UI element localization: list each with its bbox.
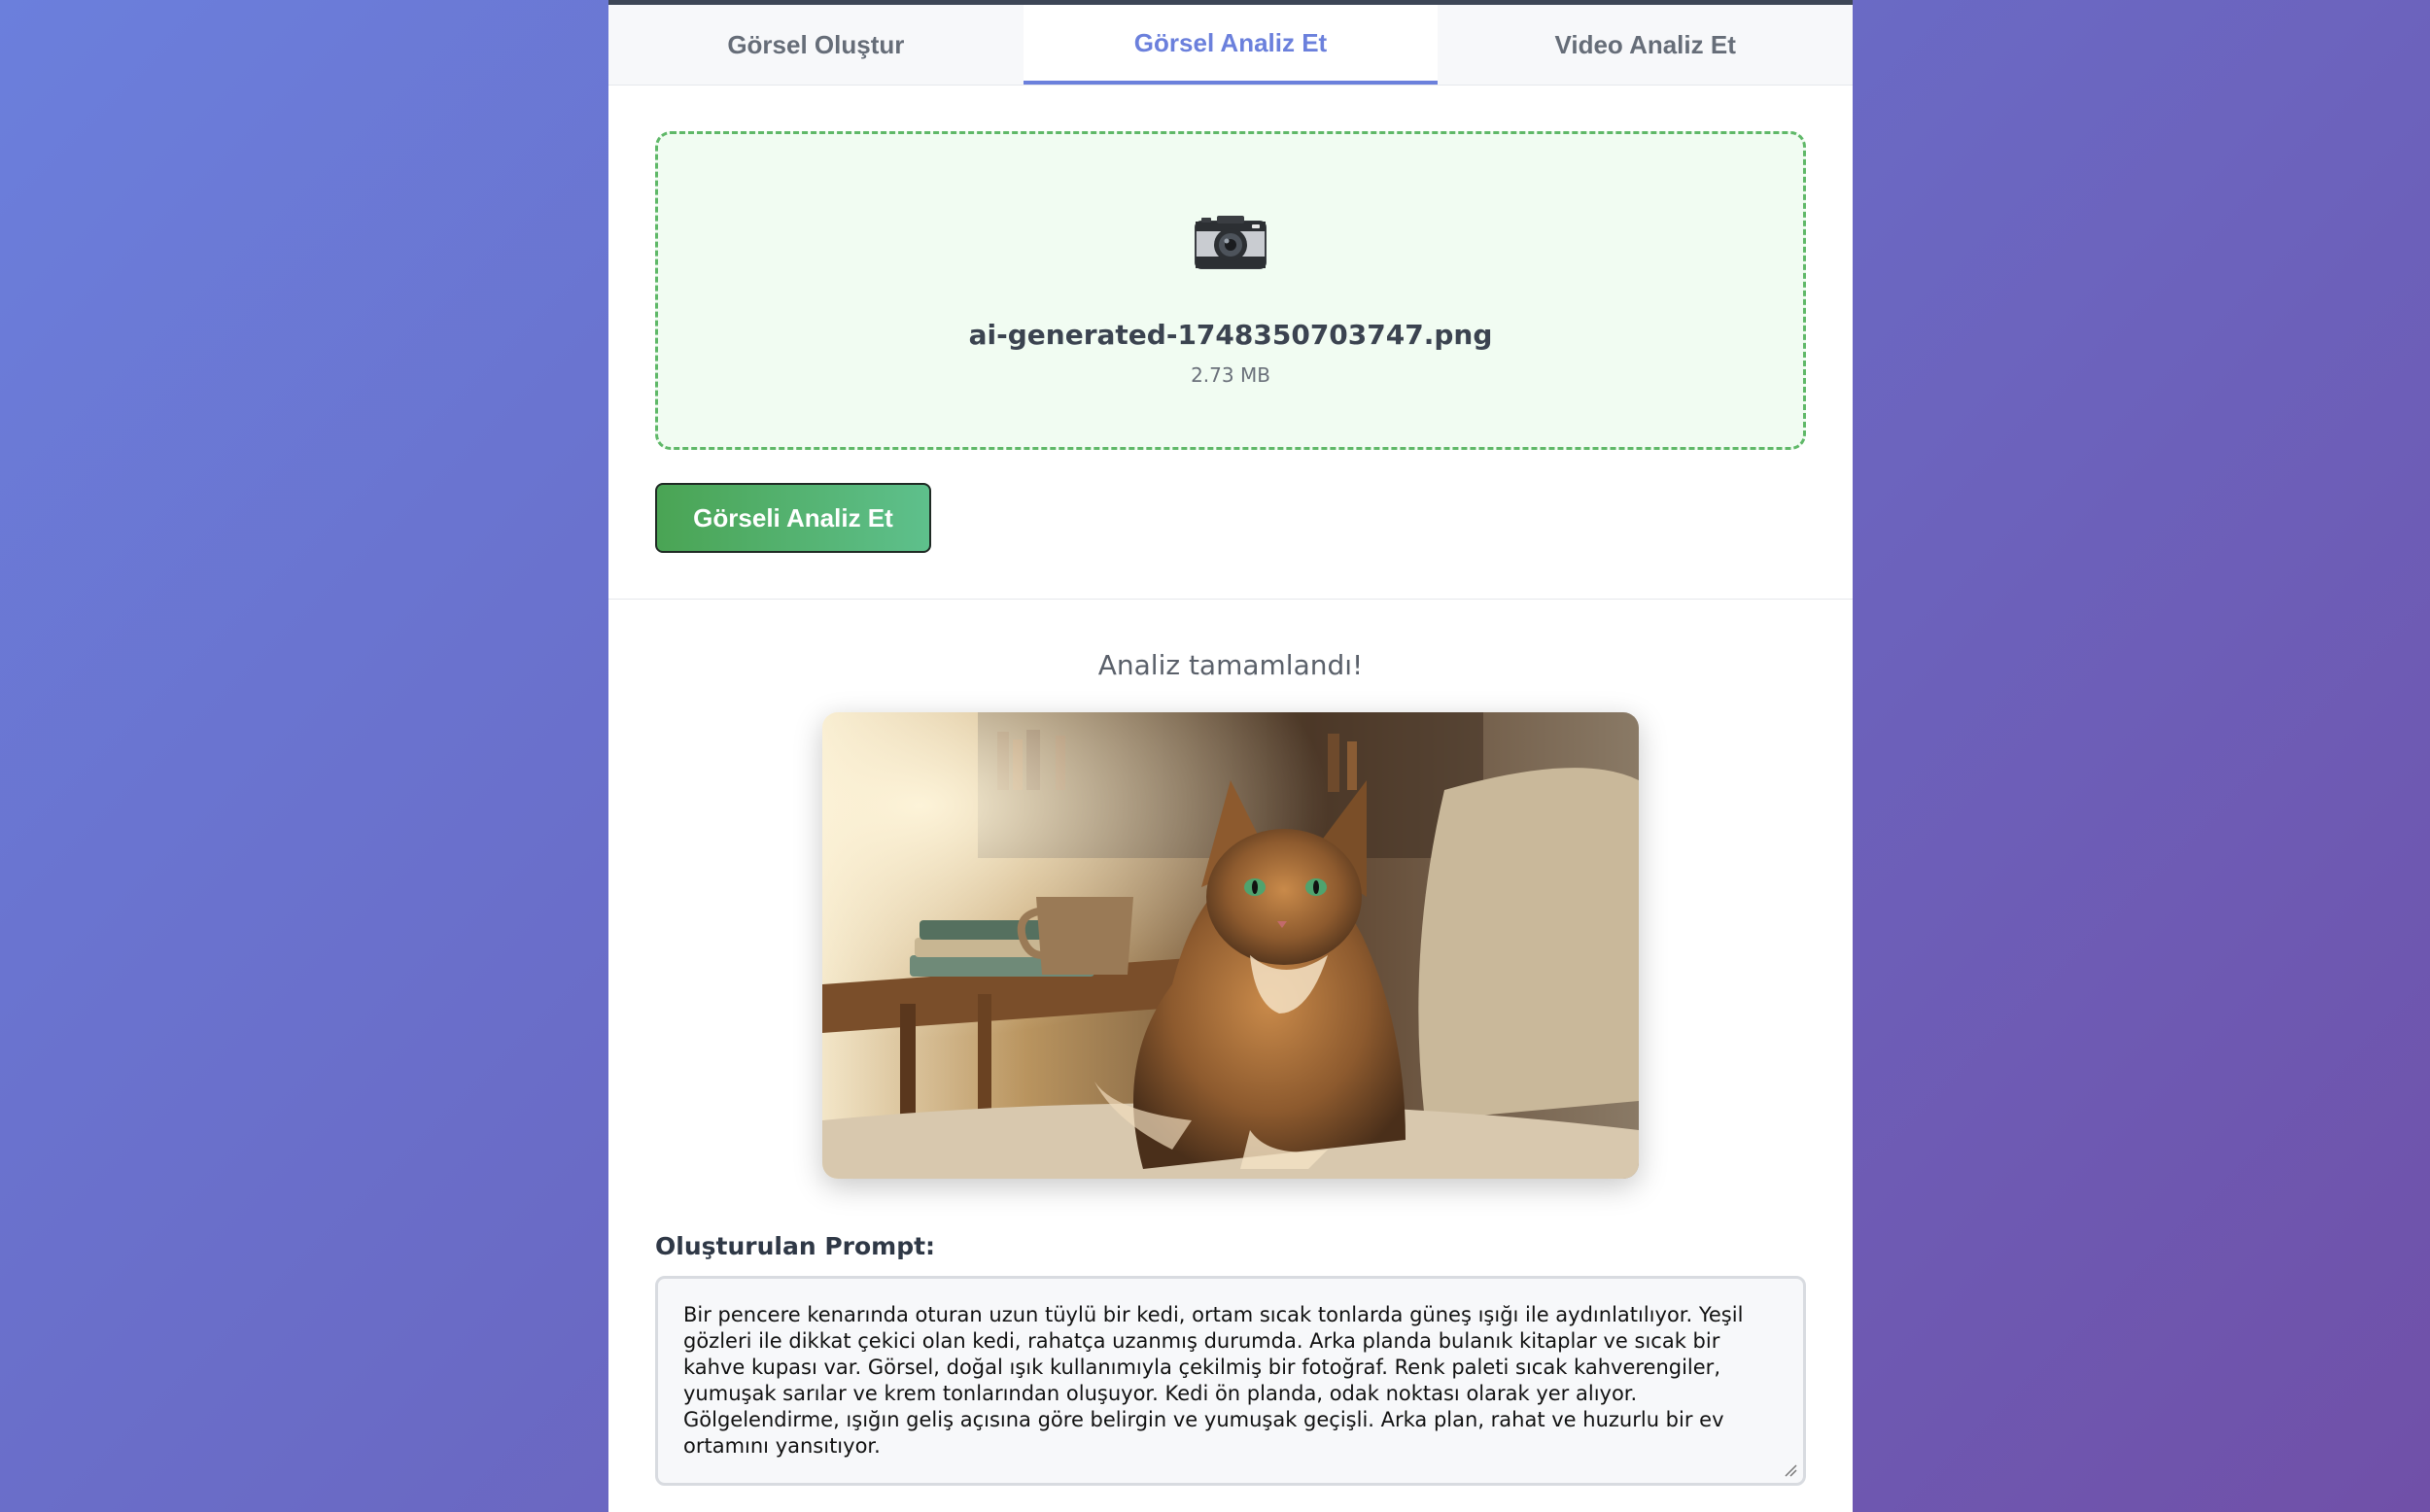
tab-analyze-video[interactable]: Video Analiz Et	[1438, 5, 1853, 85]
upload-dropzone[interactable]: ai-generated-1748350703747.png 2.73 MB	[655, 131, 1806, 450]
resize-handle-icon[interactable]	[1782, 1461, 1797, 1477]
tab-create-image[interactable]: Görsel Oluştur	[608, 5, 1024, 85]
camera-icon	[658, 212, 1803, 283]
analysis-status: Analiz tamamlandı!	[1097, 649, 1364, 681]
main-panel: Görsel Oluştur Görsel Analiz Et Video An…	[608, 0, 1853, 1512]
file-size: 2.73 MB	[1191, 363, 1270, 387]
cat-photo-illustration	[822, 712, 1639, 1179]
tab-analyze-image[interactable]: Görsel Analiz Et	[1023, 5, 1439, 85]
analyze-image-button[interactable]: Görseli Analiz Et	[655, 483, 931, 553]
section-divider	[608, 599, 1853, 600]
analyzed-image	[822, 712, 1639, 1179]
file-name: ai-generated-1748350703747.png	[968, 319, 1493, 351]
tab-bar: Görsel Oluştur Görsel Analiz Et Video An…	[608, 5, 1853, 86]
prompt-label: Oluşturulan Prompt:	[655, 1232, 936, 1260]
prompt-text: Bir pencere kenarında oturan uzun tüylü …	[683, 1303, 1744, 1458]
camera-icon-graphic	[1195, 216, 1267, 269]
prompt-textarea[interactable]: Bir pencere kenarında oturan uzun tüylü …	[655, 1276, 1806, 1486]
